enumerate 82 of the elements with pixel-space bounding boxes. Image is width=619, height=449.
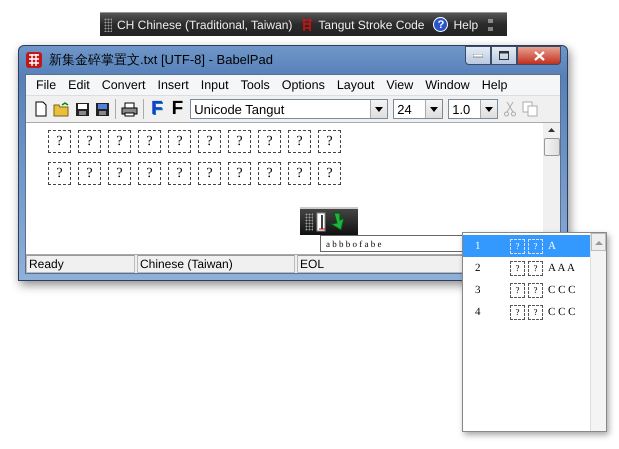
font-button[interactable]: F [170,99,186,119]
missing-glyph: ? [108,162,131,185]
new-file-icon[interactable] [34,101,48,117]
missing-glyph: ? [228,130,251,153]
options-icon[interactable] [487,18,494,32]
help-label[interactable]: Help [453,18,478,32]
menu-item[interactable]: Tools [234,78,276,92]
missing-glyph: ? [510,238,525,254]
missing-glyph: ? [228,162,251,185]
missing-glyph: ? [528,304,543,320]
missing-glyph: ? [510,282,525,298]
missing-glyph: ? [48,162,71,185]
candidate-item[interactable]: 3 ? ? C C C [463,279,590,301]
window-title: 新集金碎掌置文.txt [UTF-8] - BabelPad [49,51,274,69]
missing-glyph: ? [510,304,525,320]
spacing-dropdown[interactable]: 1.0 [448,99,498,119]
close-icon [534,50,544,60]
candidate-reading: A A A [548,262,575,274]
missing-glyph: ? [510,260,525,276]
menu-item[interactable]: Layout [330,78,380,92]
grip-icon[interactable] [104,18,112,32]
missing-glyph: ? [288,162,311,185]
save-icon[interactable] [75,102,90,116]
missing-glyph: ? [168,162,191,185]
menu-item[interactable]: Edit [62,78,96,92]
candidate-reading: C C C [548,306,576,318]
missing-glyph: ? [318,130,341,153]
help-icon[interactable]: ? [433,17,448,32]
missing-glyph: ? [138,162,161,185]
bold-font-button[interactable]: F [149,99,165,119]
candidate-reading: C C C [548,284,576,296]
save-all-icon[interactable] [95,102,110,116]
menu-item[interactable]: Options [276,78,331,92]
language-indicator[interactable]: CH Chinese (Traditional, Taiwan) [117,18,292,32]
missing-glyph: ? [48,130,71,153]
missing-glyph: ? [288,130,311,153]
menu-item[interactable]: View [380,78,420,92]
candidate-reading: A [548,240,556,252]
input-mode-icon[interactable] [316,212,326,232]
missing-glyph: ? [258,162,281,185]
app-icon [25,51,43,69]
scroll-thumb[interactable] [544,138,560,156]
status-panel: Chinese (Taiwan) [137,255,295,273]
status-panel: Ready [26,255,135,273]
missing-glyph: ? [168,130,191,153]
candidate-number: 2 [475,262,482,274]
arrow-icon[interactable] [329,212,347,232]
missing-glyph: ? [78,162,101,185]
menu-item[interactable]: File [30,78,62,92]
maximize-icon [499,51,509,60]
close-button[interactable] [517,46,561,65]
printer-icon[interactable] [121,102,138,116]
scroll-up-icon[interactable] [547,127,556,133]
minimize-button[interactable] [465,46,491,65]
missing-glyph: ? [138,130,161,153]
missing-glyph: ? [198,130,221,153]
menu-item[interactable]: Help [476,78,514,92]
candidate-number: 3 [475,284,482,296]
maximize-button[interactable] [491,46,517,65]
missing-glyph: ? [528,238,543,254]
size-dropdown[interactable]: 24 [393,99,444,119]
missing-glyph: ? [198,162,221,185]
menu-item[interactable]: Input [194,78,235,92]
input-method-label[interactable]: Tangut Stroke Code [318,18,424,32]
missing-glyph: ? [528,282,543,298]
font-dropdown[interactable]: Unicode Tangut [190,99,388,119]
missing-glyph: ? [318,162,341,185]
menu-item[interactable]: Insert [151,78,195,92]
glyph-icon[interactable] [301,18,314,32]
missing-glyph: ? [528,260,543,276]
menu-item[interactable]: Window [419,78,476,92]
missing-glyph: ? [258,130,281,153]
menu-item[interactable]: Convert [96,78,152,92]
missing-glyph: ? [108,130,131,153]
candidate-number: 4 [475,306,482,318]
grip-icon[interactable] [305,213,313,231]
minimize-icon [473,54,483,58]
candidate-item[interactable]: 4 ? ? C C C [463,301,590,323]
missing-glyph: ? [78,130,101,153]
folder-icon[interactable] [53,102,70,116]
candidate-number: 1 [475,240,482,252]
composition-text: a b b b o f a b e [326,238,382,248]
